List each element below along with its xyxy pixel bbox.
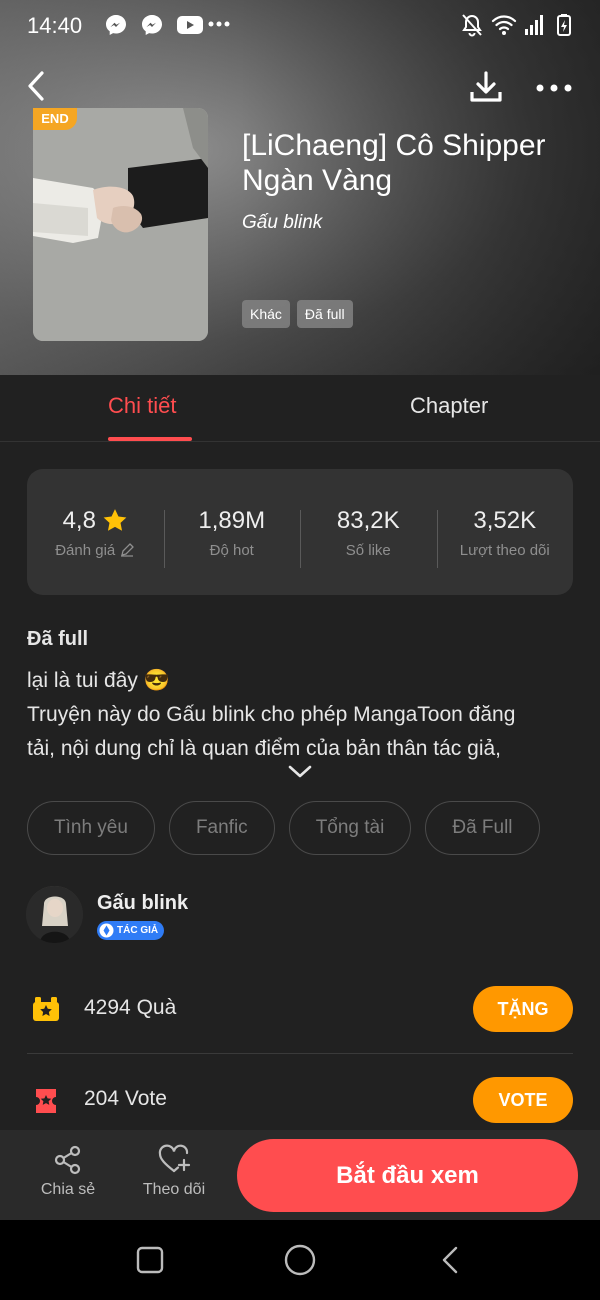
home-button[interactable]: [284, 1244, 316, 1276]
expand-description-button[interactable]: [287, 764, 313, 780]
more-dots-icon: [208, 20, 230, 28]
vote-row: 204 Vote VOTE: [27, 1077, 573, 1123]
genre-chip[interactable]: Tổng tài: [288, 801, 412, 855]
stat-hot: 1,89M Độ hot: [163, 506, 301, 568]
genre-chip[interactable]: Tình yêu: [27, 801, 155, 855]
stat-likes-label: Số like: [345, 541, 391, 559]
author-row-name[interactable]: Gấu blink: [97, 892, 188, 915]
star-icon: [102, 508, 128, 533]
stat-hot-label: Độ hot: [209, 541, 254, 559]
start-reading-button[interactable]: Bắt đầu xem: [237, 1139, 578, 1212]
gift-button[interactable]: TẶNG: [473, 986, 573, 1032]
tab-bar: Chi tiết Chapter: [0, 375, 600, 442]
book-title: [LiChaeng] Cô Shipper Ngàn Vàng: [242, 129, 546, 197]
tab-chapter[interactable]: Chapter: [410, 393, 488, 419]
genre-chip[interactable]: Đã Full: [425, 801, 540, 855]
description-text: lại là tui đây 😎 Truyện này do Gấu blink…: [27, 664, 577, 766]
genre-chips: Tình yêu Fanfic Tổng tài Đã Full: [27, 801, 540, 855]
vote-ticket-icon: [31, 1086, 61, 1116]
back-button[interactable]: [24, 70, 50, 102]
gift-icon: [31, 995, 61, 1023]
vote-count-text: 204 Vote: [84, 1087, 167, 1110]
notifications-off-icon: [461, 13, 483, 37]
stat-likes-value: 83,2K: [336, 506, 400, 534]
header-tags: Khác Đã full: [242, 300, 353, 328]
author-avatar[interactable]: [26, 886, 83, 943]
youtube-icon: [176, 13, 204, 37]
status-bar: 14:40: [0, 0, 600, 52]
author-badge-icon: [99, 923, 114, 938]
signal-icon: [523, 13, 545, 37]
completion-status: Đã full: [27, 628, 89, 650]
battery-charging-icon: [556, 13, 572, 37]
messenger-icon: [104, 13, 128, 37]
stat-likes: 83,2K Số like: [300, 506, 437, 568]
messenger-icon: [140, 13, 164, 37]
gift-count-text: 4294 Quà: [84, 996, 177, 1019]
edit-pencil-icon[interactable]: [119, 542, 135, 558]
stat-rating[interactable]: 4,8 Đánh giá: [27, 506, 164, 559]
stat-followers-value: 3,52K: [473, 506, 537, 534]
heart-plus-icon: [134, 1144, 214, 1176]
header-tag[interactable]: Khác: [242, 300, 290, 328]
description-line: Truyện này do Gấu blink cho phép MangaTo…: [27, 703, 516, 726]
tab-active-indicator: [108, 437, 192, 441]
stat-followers: 3,52K Lượt theo dõi: [436, 506, 574, 568]
download-button[interactable]: [468, 70, 504, 104]
system-nav-bar: [0, 1220, 600, 1300]
share-icon: [28, 1144, 108, 1176]
tab-detail[interactable]: Chi tiết: [108, 393, 176, 419]
row-divider: [27, 1053, 573, 1054]
cover-image[interactable]: [33, 108, 208, 341]
nav-back-button[interactable]: [440, 1246, 460, 1274]
gift-row: 4294 Quà TẶNG: [27, 986, 573, 1032]
header-tag[interactable]: Đã full: [296, 300, 353, 328]
follow-label: Theo dõi: [142, 1181, 206, 1198]
book-header: 14:40 END [LiChaeng] Cô Shipper Ngàn Vàn…: [0, 0, 600, 375]
vote-button[interactable]: VOTE: [473, 1077, 573, 1123]
follow-button[interactable]: Theo dõi: [134, 1144, 214, 1199]
status-time: 14:40: [27, 13, 83, 38]
stat-hot-value: 1,89M: [198, 506, 266, 534]
stat-rating-value: 4,8: [62, 506, 96, 534]
wifi-icon: [491, 13, 517, 37]
genre-chip[interactable]: Fanfic: [168, 801, 275, 855]
book-author[interactable]: Gấu blink: [242, 212, 322, 234]
stat-rating-label: Đánh giá: [55, 541, 116, 559]
author-badge-label: TÁC GIẢ: [117, 925, 159, 936]
description-line: tải, nội dung chỉ là quan điểm của bản t…: [27, 737, 501, 760]
stat-followers-label: Lượt theo dõi: [459, 541, 550, 559]
author-role-badge: TÁC GIẢ: [97, 921, 165, 940]
share-label: Chia sẻ: [40, 1181, 96, 1198]
recents-button[interactable]: [136, 1246, 164, 1274]
description-line: lại là tui đây 😎: [27, 669, 170, 692]
end-badge: END: [33, 108, 77, 130]
bottom-action-bar: Chia sẻ Theo dõi Bắt đầu xem: [0, 1130, 600, 1220]
share-button[interactable]: Chia sẻ: [28, 1144, 108, 1199]
more-options-button[interactable]: [535, 82, 573, 94]
stats-panel: 4,8 Đánh giá 1,89M Độ hot 83,2K Số like …: [27, 469, 573, 595]
